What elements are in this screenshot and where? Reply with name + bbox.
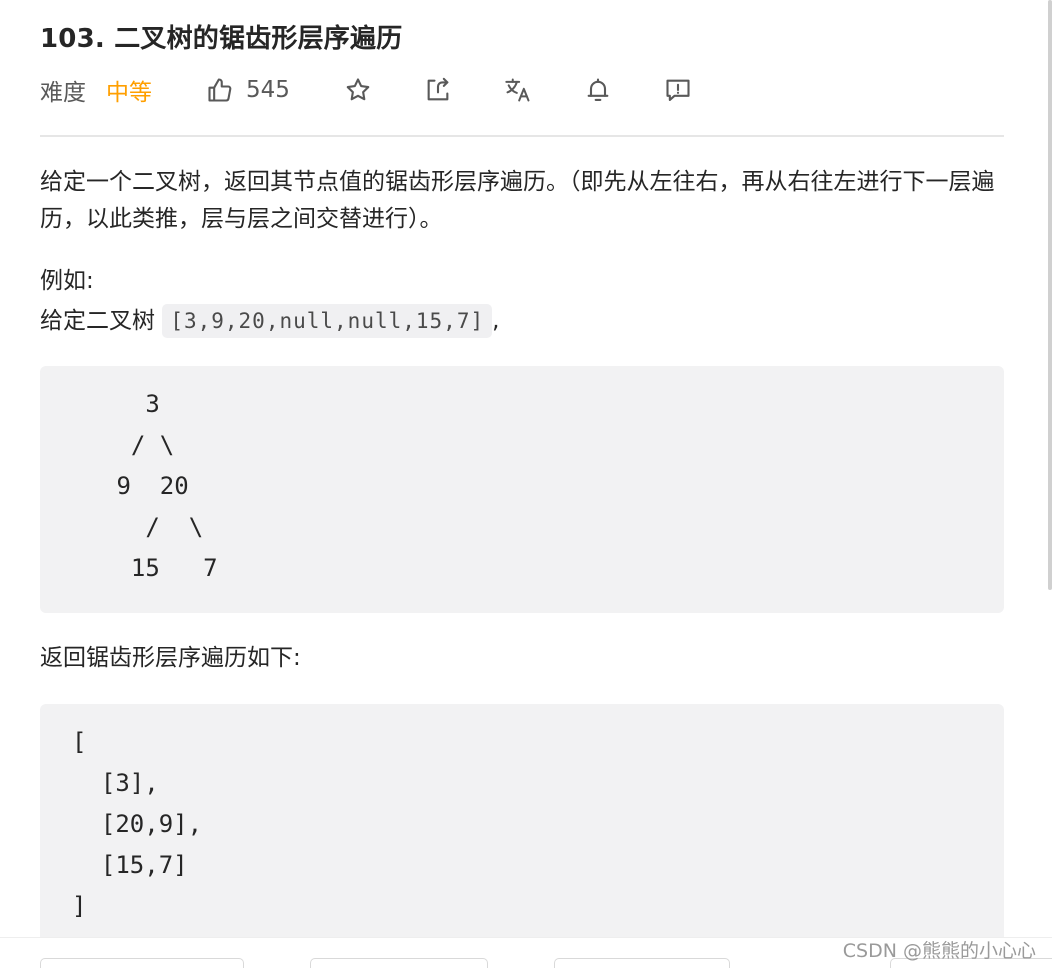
difficulty-label: 难度 [40, 80, 86, 106]
translate-button[interactable] [504, 72, 532, 108]
code-line: [20,9], [72, 810, 203, 838]
favorite-button[interactable] [344, 72, 372, 108]
scrollbar[interactable] [1048, 0, 1052, 590]
code-line: 3 [102, 390, 160, 418]
like-button[interactable]: 545 [206, 72, 290, 108]
difficulty-value: 中等 [106, 80, 152, 106]
problem-page: 103. 二叉树的锯齿形层序遍历 难度 中等 545 给定一个二叉树，返回其节点… [0, 0, 1052, 968]
bottom-tab[interactable] [310, 958, 488, 968]
given-prefix: 给定二叉树 [40, 308, 155, 334]
example-label: 例如: [40, 268, 94, 294]
code-line: ] [72, 892, 87, 920]
code-line: [ [72, 728, 87, 756]
problem-description: 给定一个二叉树，返回其节点值的锯齿形层序遍历。（即先从左往右，再从右往左进行下一… [40, 169, 995, 232]
tree-code-block: 3 / \ 9 20 / \ 15 7 [40, 366, 1004, 613]
feedback-button[interactable] [664, 72, 692, 108]
problem-title: 103. 二叉树的锯齿形层序遍历 [40, 24, 403, 54]
bell-icon [584, 76, 612, 104]
share-button[interactable] [424, 72, 452, 108]
like-count: 545 [246, 77, 290, 103]
star-icon [344, 76, 372, 104]
given-tree-code: [3,9,20,null,null,15,7] [162, 304, 493, 338]
code-line: [15,7] [72, 851, 188, 879]
header-divider [40, 135, 1004, 137]
bottom-tab[interactable] [554, 958, 730, 968]
code-line: / \ [102, 513, 204, 541]
given-tree-line: 给定二叉树 [3,9,20,null,null,15,7], [40, 303, 1006, 340]
thumbs-up-icon [206, 76, 234, 104]
code-line: [3], [72, 769, 159, 797]
notify-button[interactable] [584, 72, 612, 108]
translate-icon [504, 76, 532, 104]
share-icon [424, 76, 452, 104]
code-line: 15 7 [102, 554, 218, 582]
given-suffix: , [492, 308, 500, 334]
feedback-icon [664, 76, 692, 104]
bottom-tab[interactable] [40, 958, 244, 968]
difficulty: 难度 中等 [40, 72, 152, 108]
return-label: 返回锯齿形层序遍历如下: [40, 645, 301, 671]
code-line: 9 20 [102, 472, 189, 500]
result-code-block: [ [3], [20,9], [15,7] ] [40, 704, 1004, 944]
watermark: CSDN @熊熊的小心心 [842, 940, 1036, 962]
code-line: / \ [102, 431, 175, 459]
